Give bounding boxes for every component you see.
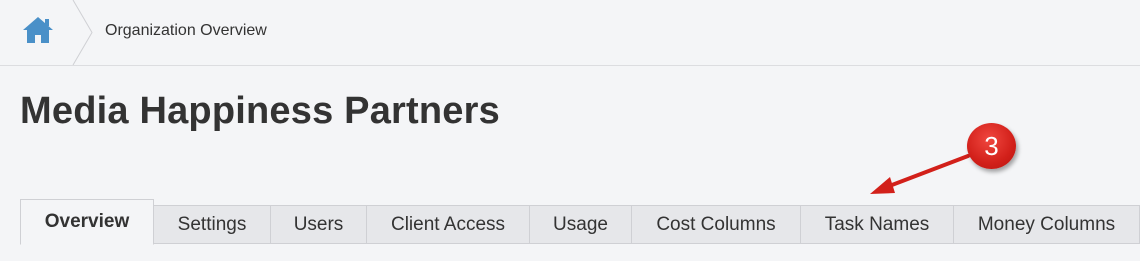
tab-task-names[interactable]: Task Names (801, 205, 954, 244)
breadcrumb-current: Organization Overview (105, 22, 267, 39)
breadcrumb-separator (72, 0, 93, 65)
tab-bar: Overview Settings Users Client Access Us… (20, 199, 1140, 245)
tab-money-columns[interactable]: Money Columns (954, 205, 1140, 244)
annotation-arrow (870, 154, 970, 194)
tab-settings[interactable]: Settings (154, 205, 271, 244)
tab-overview[interactable]: Overview (20, 199, 154, 245)
tab-users[interactable]: Users (271, 205, 367, 244)
page-title: Media Happiness Partners (20, 90, 500, 132)
home-icon[interactable] (21, 15, 55, 45)
tab-cost-columns[interactable]: Cost Columns (632, 205, 801, 244)
tab-usage[interactable]: Usage (530, 205, 632, 244)
tab-client-access[interactable]: Client Access (367, 205, 530, 244)
breadcrumb-home[interactable] (0, 0, 76, 65)
breadcrumb: Organization Overview (0, 0, 1140, 66)
annotation-badge: 3 (967, 123, 1016, 169)
